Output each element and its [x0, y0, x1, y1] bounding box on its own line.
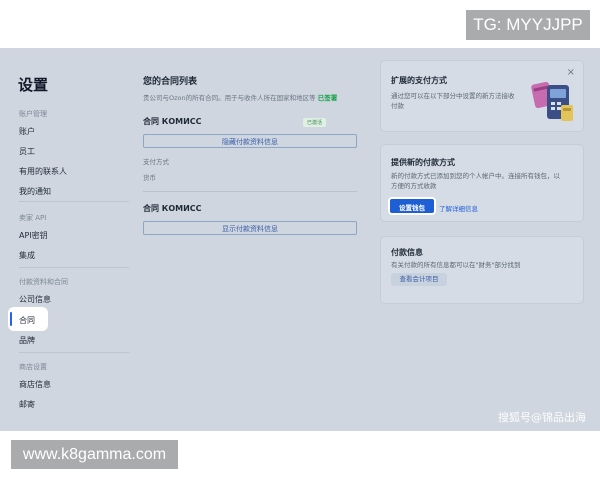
sidebar-item-contacts[interactable]: 有用的联系人 [19, 166, 67, 177]
sidebar-item-employees[interactable]: 员工 [19, 146, 35, 157]
hide-payment-details-button[interactable]: 隐藏付款资料信息 [143, 134, 357, 148]
sidebar-divider [19, 267, 129, 268]
sidebar-item-company-info[interactable]: 公司信息 [19, 294, 51, 305]
card-text-line: 方便的方式收款 [391, 182, 437, 190]
status-badge: 已激活 [303, 118, 327, 127]
card-title: 扩展的支付方式 [391, 76, 447, 85]
card-title: 付款信息 [391, 248, 423, 257]
payment-terminal-illustration [531, 81, 573, 121]
sidebar-item-shipping[interactable]: 邮寄 [19, 399, 35, 410]
payment-info-card: 付款信息 有关付款的所有信息都可以在"财务"部分找到 查看会计项目 [380, 236, 584, 304]
settings-sidebar: 设置 账户管理 账户 员工 有用的联系人 我的通知 卖家 API API密钥 集… [0, 48, 130, 431]
contract-title: 合同 КОМИСС [143, 204, 202, 213]
show-payment-details-button[interactable]: 显示付款资料信息 [143, 221, 357, 235]
new-payment-method-card: 提供新的付款方式 新的付款方式已添加到您的个人帐户中。连接所有钱包，以 方便的方… [380, 144, 584, 222]
active-indicator [10, 312, 12, 326]
card-title: 提供新的付款方式 [391, 158, 455, 167]
contract-title: 合同 КОМИСС [143, 117, 202, 126]
card-text-line: 有关付款的所有信息都可以在"财务"部分找到 [391, 261, 521, 269]
contracts-panel: 您的合同列表 贵公司与Ozon的所有合同。用于与收件人所在国家和地区等 已签署 … [143, 48, 359, 431]
card-text-line: 通过您可以在以下部分中设置的新方法接收 [391, 92, 515, 100]
sidebar-divider [19, 201, 129, 202]
contracts-subtitle-text: 贵公司与Ozon的所有合同。用于与收件人所在国家和地区等 [143, 94, 316, 102]
sidebar-item-store-info[interactable]: 商店信息 [19, 379, 51, 390]
contracts-subtitle: 贵公司与Ozon的所有合同。用于与收件人所在国家和地区等 已签署 [143, 92, 337, 102]
section-payment-contracts: 付款资料和合同 [19, 278, 68, 286]
card-text-line: 付款 [391, 102, 404, 110]
currency-label: 货币 [143, 174, 156, 182]
section-seller-api: 卖家 API [19, 214, 47, 222]
sidebar-item-api-keys[interactable]: API密钥 [19, 230, 48, 241]
payment-method-label: 支付方式 [143, 158, 169, 166]
settings-screen: 设置 账户管理 账户 员工 有用的联系人 我的通知 卖家 API API密钥 集… [0, 48, 600, 431]
set-up-wallet-button[interactable]: 设置钱包 [388, 197, 436, 215]
sidebar-item-integrations[interactable]: 集成 [19, 250, 35, 261]
top-watermark: TG: MYYJJPP [466, 10, 590, 40]
sidebar-divider [19, 352, 129, 353]
contracts-title: 您的合同列表 [143, 77, 198, 87]
section-account-management: 账户管理 [19, 110, 47, 118]
contract-divider [143, 191, 357, 192]
signed-link[interactable]: 已签署 [318, 94, 338, 102]
learn-more-link[interactable]: 了解详细信息 [439, 203, 478, 213]
bottom-watermark: www.k8gamma.com [11, 440, 178, 469]
view-accounting-items-button[interactable]: 查看会计项目 [391, 273, 447, 286]
card-text-line: 新的付款方式已添加到您的个人帐户中。连接所有钱包，以 [391, 172, 560, 180]
sidebar-item-contracts[interactable]: 合同 [19, 315, 35, 326]
sohu-watermark: 搜狐号@锦品出海 [498, 411, 586, 424]
payment-methods-card: 扩展的支付方式 通过您可以在以下部分中设置的新方法接收 付款 × [380, 60, 584, 132]
section-store-settings: 商店设置 [19, 363, 47, 371]
sidebar-title: 设置 [18, 76, 49, 94]
sidebar-item-brands[interactable]: 品牌 [19, 335, 35, 346]
sidebar-item-notifications[interactable]: 我的通知 [19, 186, 51, 197]
sidebar-item-account[interactable]: 账户 [19, 126, 35, 137]
